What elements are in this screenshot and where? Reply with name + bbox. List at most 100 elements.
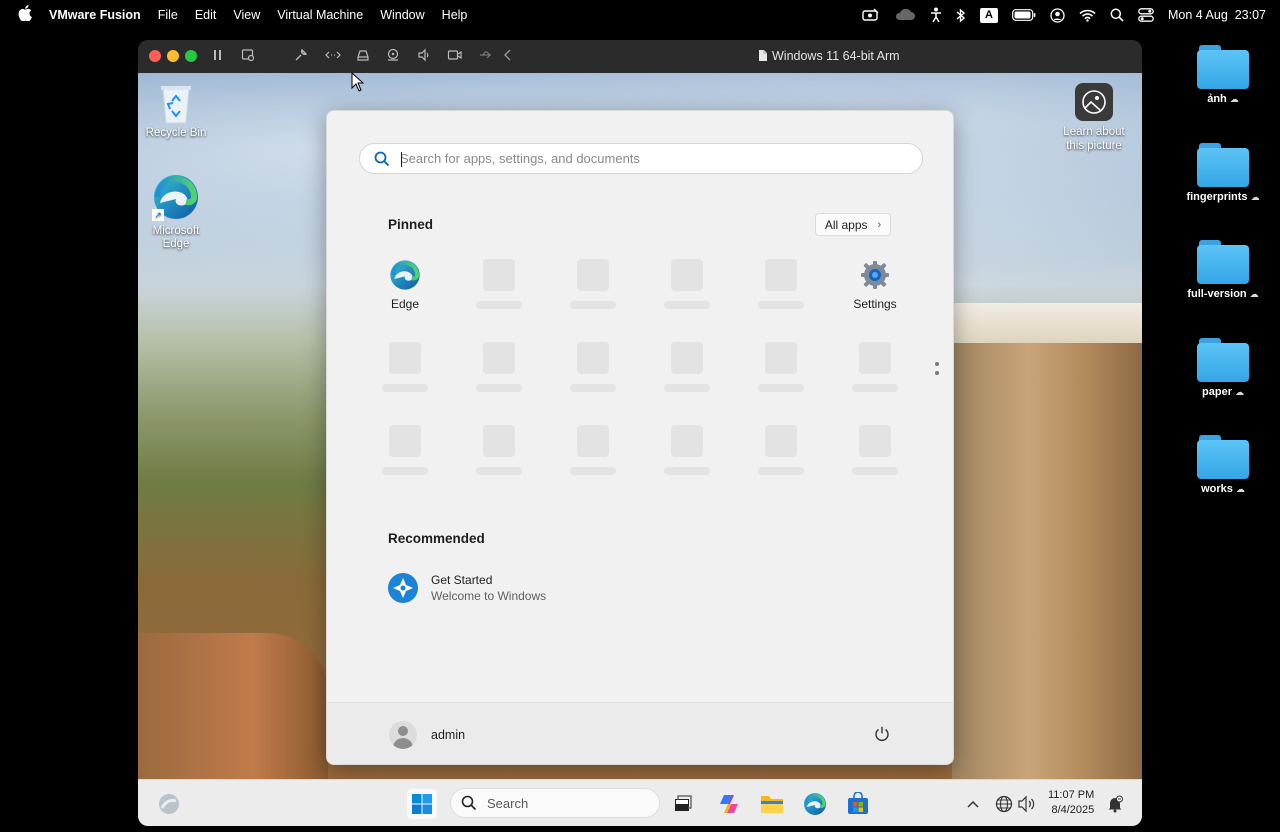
search-icon [374, 151, 390, 166]
user-account-icon[interactable] [1050, 7, 1065, 23]
vm-title: Windows 11 64-bit Arm [758, 49, 900, 65]
pinned-app-placeholder [745, 425, 817, 475]
menu-edit[interactable]: Edit [195, 8, 217, 22]
taskbar-search[interactable]: Search [450, 788, 660, 818]
notifications-button[interactable] [1100, 789, 1130, 819]
cd-drive-icon[interactable] [386, 48, 400, 65]
menu-help[interactable]: Help [442, 8, 468, 22]
bluetooth-icon[interactable] [956, 7, 966, 23]
vm-title-text: Windows 11 64-bit Arm [772, 49, 900, 63]
hard-disk-icon[interactable] [356, 48, 370, 65]
pinned-app-edge[interactable]: Edge [369, 259, 441, 311]
folder-label: paper [1202, 386, 1232, 398]
menu-view[interactable]: View [233, 8, 260, 22]
chevron-left-icon[interactable] [503, 48, 513, 65]
app-name-menu[interactable]: VMware Fusion [49, 8, 141, 22]
speaker-icon [1018, 795, 1035, 813]
menu-file[interactable]: File [158, 8, 178, 22]
spotlight-search-icon[interactable] [1110, 8, 1124, 22]
task-view-button[interactable] [668, 789, 698, 819]
pinned-app-placeholder [745, 259, 817, 309]
cloud-icon[interactable] [894, 8, 916, 22]
vmware-status-icon[interactable] [862, 8, 880, 22]
desktop-icon-learn-about-picture[interactable]: Learn about this picture [1054, 83, 1134, 153]
desktop-icon-recycle-bin[interactable]: Recycle Bin [138, 81, 216, 139]
mac-menu-bar: VMware Fusion File Edit View Virtual Mac… [0, 0, 1280, 30]
desktop-folder-full-version[interactable]: full-version ☁ [1178, 240, 1268, 300]
desktop-folder-works[interactable]: works ☁ [1178, 435, 1268, 495]
desktop-folder-anh[interactable]: ảnh ☁ [1178, 45, 1268, 105]
start-search-box[interactable] [359, 143, 923, 174]
taskbar-time: 11:07 PM [1048, 789, 1095, 801]
snapshot-icon[interactable] [241, 48, 255, 65]
folder-label: works [1201, 483, 1233, 495]
pinned-app-placeholder [651, 342, 723, 392]
volume-button[interactable] [1012, 789, 1042, 819]
start-button[interactable] [407, 789, 437, 819]
network-arrows-icon[interactable] [325, 48, 341, 65]
taskbar-edge-button[interactable] [800, 789, 830, 819]
desktop-folder-paper[interactable]: paper ☁ [1178, 338, 1268, 398]
zoom-window-button[interactable] [185, 50, 197, 62]
copilot-button[interactable] [714, 789, 744, 819]
windows-desktop[interactable]: Recycle Bin ↗ Microsoft Edge Learn about… [138, 73, 1142, 779]
pinned-section-title: Pinned [388, 217, 434, 232]
shortcut-arrow-icon: ↗ [152, 209, 164, 221]
usb-icon[interactable] [478, 48, 494, 65]
pinned-app-placeholder [745, 342, 817, 392]
battery-icon[interactable] [1012, 9, 1036, 21]
file-explorer-button[interactable] [757, 789, 787, 819]
user-account-button[interactable]: admin [389, 721, 465, 749]
desktop-icon-label: Recycle Bin [145, 127, 207, 139]
accessibility-icon[interactable] [930, 7, 942, 23]
pinned-app-placeholder [463, 342, 535, 392]
control-center-icon[interactable] [1138, 8, 1154, 22]
recommended-item-title: Get Started [431, 573, 493, 587]
recommended-section-title: Recommended [388, 531, 485, 546]
avatar [389, 721, 417, 749]
settings-wrench-icon[interactable] [294, 48, 308, 65]
all-apps-button[interactable]: All apps › [815, 213, 891, 236]
widgets-icon [159, 794, 179, 814]
camera-icon[interactable] [447, 48, 463, 65]
power-button[interactable] [873, 725, 891, 743]
taskbar-clock[interactable]: 11:07 PM 8/4/2025 [1048, 788, 1094, 818]
pause-icon[interactable] [212, 48, 224, 65]
close-window-button[interactable] [149, 50, 161, 62]
recommended-item-get-started[interactable]: Get Started Welcome to Windows [387, 572, 546, 604]
wifi-icon[interactable] [1079, 9, 1096, 22]
show-hidden-icons-button[interactable] [958, 789, 988, 819]
minimize-window-button[interactable] [167, 50, 179, 62]
search-icon [461, 795, 477, 811]
widgets-button[interactable] [154, 789, 184, 819]
vm-title-bar[interactable]: Windows 11 64-bit Arm [138, 40, 1142, 73]
recommended-item-subtitle: Welcome to Windows [431, 589, 547, 603]
microsoft-store-button[interactable] [843, 789, 873, 819]
folder-icon [1197, 240, 1249, 284]
pinned-app-settings[interactable]: Settings [839, 259, 911, 311]
copilot-icon [720, 795, 738, 813]
desktop-folder-fingerprints[interactable]: fingerprints ☁ [1178, 143, 1268, 203]
taskbar-date: 8/4/2025 [1051, 804, 1095, 816]
desktop-icon-microsoft-edge[interactable]: ↗ Microsoft Edge [138, 173, 216, 251]
folder-label: full-version [1187, 288, 1247, 300]
sound-icon[interactable] [417, 48, 431, 65]
pinned-app-label: Edge [390, 297, 420, 311]
folder-icon [761, 796, 783, 813]
input-source-indicator[interactable]: A [980, 7, 998, 23]
menu-window[interactable]: Window [380, 8, 424, 22]
start-search-input[interactable] [400, 151, 900, 166]
page-indicator-dots[interactable] [935, 362, 941, 380]
icloud-download-icon: ☁ [1234, 387, 1244, 397]
menubar-clock[interactable]: Mon 4 Aug 23:07 [1168, 8, 1266, 22]
recycle-bin-icon [156, 81, 196, 125]
menu-virtual-machine[interactable]: Virtual Machine [277, 8, 363, 22]
pinned-app-placeholder [463, 425, 535, 475]
pinned-app-placeholder [557, 259, 629, 309]
desktop-icon-label: Microsoft Edge [152, 225, 200, 250]
wallpaper-cliff-left [138, 633, 328, 779]
vm-window: Windows 11 64-bit Arm Recycle Bin ↗ Micr… [138, 40, 1142, 826]
start-menu-footer: admin [327, 702, 953, 764]
folder-label: ảnh [1207, 93, 1227, 105]
apple-logo-icon[interactable] [18, 5, 32, 25]
